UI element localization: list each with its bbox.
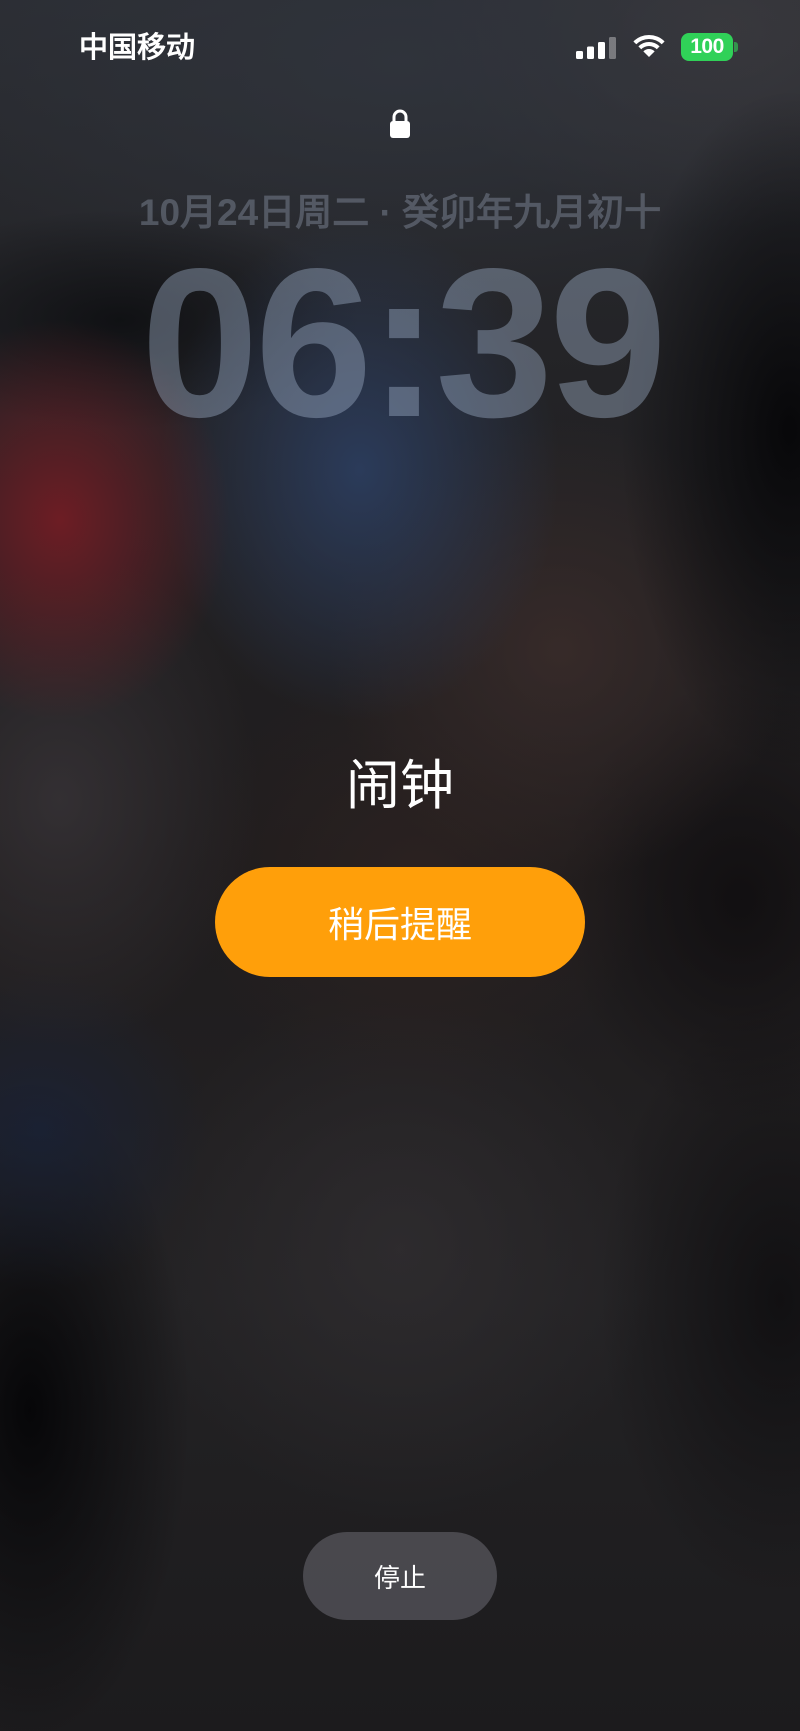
cellular-signal-icon	[576, 37, 616, 59]
clock-time: 06:39	[140, 224, 667, 461]
battery-level: 100	[690, 35, 724, 58]
wifi-icon	[633, 34, 665, 57]
signal-bar	[576, 51, 583, 59]
snooze-button-label: 稍后提醒	[327, 904, 472, 945]
snooze-button[interactable]: 稍后提醒	[215, 867, 585, 977]
alarm-title: 闹钟	[346, 756, 454, 816]
lock-icon	[390, 109, 410, 138]
battery-nub	[734, 42, 738, 52]
battery-body: 100	[681, 33, 733, 61]
carrier-name: 中国移动	[79, 32, 196, 64]
battery-icon: 100	[681, 33, 739, 61]
stop-button-label: 停止	[373, 1562, 426, 1593]
signal-bar	[587, 46, 594, 59]
stop-button[interactable]: 停止	[303, 1532, 497, 1620]
signal-bar	[609, 37, 616, 59]
signal-bar	[598, 42, 605, 59]
